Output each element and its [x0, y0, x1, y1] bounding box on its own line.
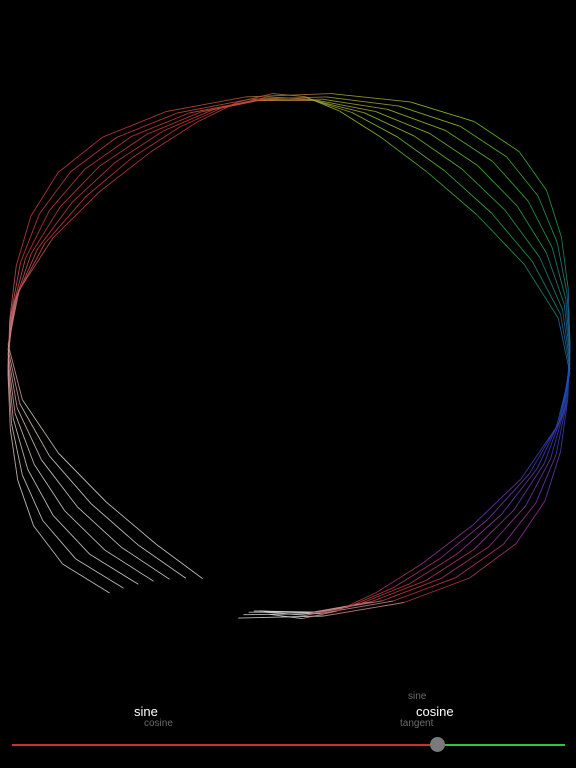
right-function-picker[interactable]: sine cosine tangent	[390, 686, 480, 734]
curve-segment	[20, 213, 40, 263]
curve-segment	[537, 195, 558, 243]
curve-segment	[57, 136, 103, 173]
curve-segment	[457, 514, 502, 554]
curve-segment	[532, 261, 561, 315]
phase-slider[interactable]	[12, 734, 565, 756]
left-picker-option-below[interactable]: cosine	[144, 718, 173, 729]
curve-segment	[17, 480, 35, 527]
curve-segment	[33, 464, 66, 512]
curve-segment	[440, 546, 490, 579]
curve-trace	[7, 99, 571, 613]
curve-segment	[506, 156, 539, 197]
curve-segment	[115, 130, 164, 163]
curve-segment	[75, 558, 124, 589]
app-canvas: sine cosine sine cosine tangent	[0, 0, 576, 768]
curve-segment	[403, 577, 470, 603]
curve-segment	[19, 403, 50, 457]
slider-track-filled[interactable]	[12, 744, 431, 746]
curve-segment	[520, 427, 557, 480]
curve-segment	[392, 557, 441, 589]
curve-segment	[52, 515, 91, 555]
curve-segment	[410, 101, 475, 123]
curve-trace	[7, 98, 571, 613]
curve-segment	[179, 105, 226, 128]
curve-trace	[7, 93, 571, 619]
curve-segment	[62, 563, 110, 594]
curve-trace	[7, 93, 571, 620]
curve-segment	[320, 600, 394, 615]
curve-segment	[71, 161, 116, 203]
curve-segment	[382, 578, 441, 602]
left-function-picker[interactable]: sine cosine	[120, 686, 210, 734]
curve-segment	[476, 214, 525, 265]
curve-segment	[477, 165, 518, 207]
curve-segment	[546, 190, 562, 238]
curve-segment	[469, 543, 517, 579]
curve-segment	[64, 510, 106, 551]
curve-segment	[21, 474, 44, 521]
curve-segment	[77, 506, 122, 548]
right-picker-option-above[interactable]: sine	[408, 691, 426, 702]
curve-segment	[527, 200, 553, 248]
curve-segment	[422, 524, 474, 564]
slider-thumb[interactable]	[430, 737, 446, 752]
curve-segment	[330, 93, 411, 103]
right-picker-option-below[interactable]: tangent	[400, 718, 433, 729]
curve-segment	[492, 161, 529, 202]
curve-segment	[27, 469, 54, 516]
slider-track-remaining[interactable]	[445, 744, 565, 746]
curve-segment	[461, 168, 506, 211]
curve-segment	[473, 509, 515, 550]
curve-segment	[379, 136, 427, 173]
curve-segment	[459, 125, 507, 158]
curve-segment	[57, 452, 107, 503]
curve-segment	[91, 503, 139, 546]
curve-segment	[42, 520, 77, 560]
curve-segment	[99, 133, 148, 167]
curve-segment	[396, 136, 445, 172]
trig-curve-plot	[7, 93, 571, 620]
curve-segment	[425, 549, 475, 582]
curve-segment	[59, 165, 100, 208]
curve-segment	[89, 553, 139, 585]
curve-segment	[121, 546, 170, 580]
curve-segment	[102, 111, 167, 138]
curve-segment	[413, 135, 462, 170]
curve-segment	[33, 525, 64, 565]
curve-segment	[513, 463, 545, 511]
curve-segment	[177, 98, 250, 114]
curve-segment	[22, 399, 59, 454]
curve-segment	[429, 133, 478, 166]
curve-segment	[518, 151, 548, 191]
curve-segment	[398, 105, 461, 127]
curve-segment	[445, 130, 493, 162]
curve-trace	[7, 96, 571, 616]
curve-segment	[138, 544, 187, 579]
curve-segment	[132, 126, 181, 158]
curve-segment	[44, 196, 86, 244]
curve-segment	[474, 121, 520, 152]
curve-segment	[24, 210, 50, 259]
curve-segment	[535, 454, 557, 504]
right-picker-selected-option[interactable]: cosine	[416, 704, 454, 719]
curve-trace	[7, 98, 571, 614]
curve-segment	[70, 137, 117, 172]
left-picker-selected-option[interactable]: sine	[134, 704, 158, 719]
curve-segment	[99, 151, 151, 192]
curve-segment	[104, 549, 154, 582]
curve-segment	[348, 587, 394, 608]
